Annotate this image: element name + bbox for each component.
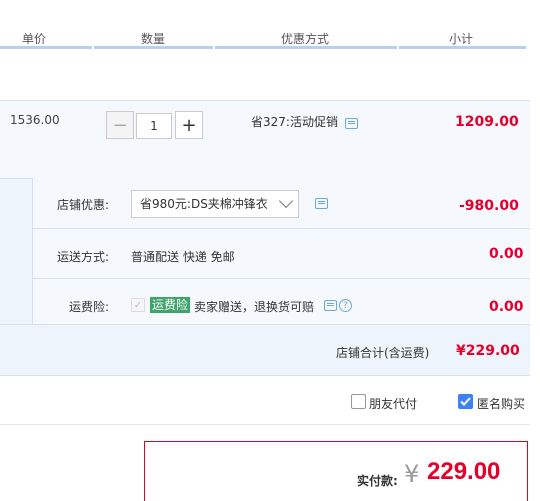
item-subtotal: 1209.00 <box>455 114 519 130</box>
header-discount: 优惠方式 <box>281 32 330 46</box>
header-unit-price: 单价 <box>22 32 47 46</box>
insurance-label: 运费险: <box>68 300 109 314</box>
insurance-checkbox: ✓ <box>131 298 145 312</box>
shop-total-label: 店铺合计(含运费) <box>336 346 430 360</box>
insurance-desc: 卖家赠送，退换货可赔 <box>194 300 315 314</box>
payment-label: 实付款: <box>357 474 398 488</box>
shop-total-amount: ¥229.00 <box>456 343 520 359</box>
quantity-minus-button[interactable]: − <box>106 111 134 139</box>
coupon-amount: -980.00 <box>459 198 519 214</box>
message-icon[interactable] <box>324 300 337 311</box>
header-separator <box>0 46 92 49</box>
help-icon[interactable]: ? <box>339 299 352 312</box>
item-promo: 省327:活动促销 <box>251 115 338 129</box>
shipping-value: 普通配送 快递 免邮 <box>131 250 235 264</box>
shipping-amount: 0.00 <box>489 246 524 262</box>
header-subtotal: 小计 <box>449 32 474 46</box>
divider <box>0 424 530 425</box>
shop-total-row <box>0 324 530 376</box>
item-row <box>0 100 530 178</box>
message-icon[interactable] <box>315 198 328 209</box>
check-icon <box>460 397 471 406</box>
divider <box>32 278 530 279</box>
friend-pay-label[interactable]: 朋友代付 <box>369 395 417 412</box>
shipping-label: 运送方式: <box>56 250 109 264</box>
insurance-amount: 0.00 <box>489 299 524 315</box>
divider <box>32 228 530 229</box>
header-separator <box>215 46 397 49</box>
insurance-badge: 运费险 <box>150 297 191 313</box>
header-separator <box>399 46 526 49</box>
quantity-plus-button[interactable]: + <box>175 111 203 139</box>
quantity-input[interactable]: 1 <box>136 113 172 139</box>
payment-currency: ¥ <box>404 460 420 488</box>
item-unit-price: 1536.00 <box>10 113 60 127</box>
message-icon[interactable] <box>345 118 358 129</box>
friend-pay-checkbox[interactable] <box>351 394 366 409</box>
coupon-select[interactable]: 省980元:DS夹棉冲锋衣 <box>131 190 299 218</box>
anonymous-label[interactable]: 匿名购买 <box>477 395 525 412</box>
anonymous-checkbox[interactable] <box>458 394 473 409</box>
payment-amount: 229.00 <box>427 458 501 485</box>
coupon-label: 店铺优惠: <box>56 198 109 212</box>
header-quantity: 数量 <box>141 32 166 46</box>
header-separator <box>94 46 213 49</box>
